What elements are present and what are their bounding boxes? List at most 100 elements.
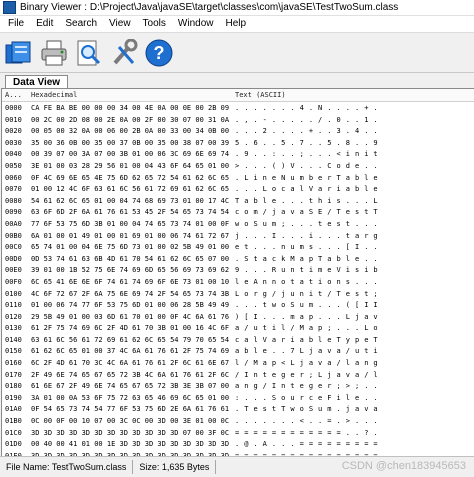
open-button[interactable] [3,37,34,68]
row-hex: 61 6E 67 2F 49 6E 74 65 67 65 72 3B 3E 3… [31,382,230,391]
row-text: c o m / j a v a S E / T e s t T [235,208,379,217]
tools-icon [112,38,137,64]
hex-row[interactable]: 01A0 0F 54 65 73 74 54 77 6F 53 75 6D 2E … [2,404,474,416]
tab-strip: Data View [0,73,474,90]
row-hex: 63 61 6C 56 61 72 69 61 62 6C 65 54 79 7… [31,335,230,344]
help-button[interactable]: ? [143,37,174,68]
row-text: . T e s t T w o S u m . j a v a [235,405,379,414]
row-text: . , . - . . . . . / . 0 . . 1 . [235,115,379,124]
hex-row[interactable]: 0050 3E 01 00 03 28 29 56 01 00 04 43 6F … [2,161,474,173]
hex-row[interactable]: 0120 29 5B 49 01 00 03 6D 61 70 01 00 0F … [2,312,474,324]
hex-view-panel[interactable]: A... Hexadecimal Text (ASCII) 0000 CA FE … [1,88,474,457]
row-address: 0130 [5,324,22,333]
menu-window[interactable]: Window [172,16,220,32]
menu-file[interactable]: File [2,16,30,32]
hex-row[interactable]: 00A0 77 6F 53 75 6D 3B 01 00 04 74 65 73 … [2,219,474,231]
tools-button[interactable] [108,37,139,68]
hex-row[interactable]: 00F0 6C 65 41 6E 6E 6F 74 61 74 69 6F 6E … [2,277,474,289]
hex-row[interactable]: 01D0 00 40 00 41 01 00 1E 3D 3D 3D 3D 3D … [2,439,474,451]
row-hex: 61 2F 75 74 69 6C 2F 4D 61 70 3B 01 00 1… [31,324,230,333]
hex-row[interactable]: 0190 3A 01 00 0A 53 6F 75 72 63 65 46 69 … [2,393,474,405]
menu-help[interactable]: Help [219,16,252,32]
column-header: A... Hexadecimal Text (ASCII) [2,89,474,102]
title-bar: Binary Viewer : D:\Project\Java\javaSE\t… [0,0,474,16]
row-text: e t . . . n u m s . . . [ I . . [235,243,379,252]
hex-rows: 0000 CA FE BA BE 00 00 00 34 00 4E 0A 00 … [2,102,474,456]
hex-row[interactable]: 0010 00 2C 00 2D 08 00 2E 0A 00 2F 00 30 … [2,115,474,127]
row-address: 00E0 [5,266,22,275]
row-address: 01C0 [5,428,22,437]
row-address: 0080 [5,196,22,205]
hex-row[interactable]: 00B0 6A 01 00 01 49 01 00 01 69 01 00 06 … [2,231,474,243]
menu-tools[interactable]: Tools [137,16,172,32]
row-address: 0150 [5,347,22,356]
row-text: a / u t i l / M a p ; . . . L o [235,324,379,333]
hex-row[interactable]: 01B0 0C 00 0F 00 10 07 00 3C 0C 00 3D 00 … [2,416,474,428]
row-text: j . . . I . . . i . . . t a r g [235,231,379,240]
row-address: 00D0 [5,254,22,263]
hex-row[interactable]: 0060 0F 4C 69 6E 65 4E 75 6D 62 65 72 54 … [2,173,474,185]
row-hex: 3E 01 00 03 28 29 56 01 00 04 43 6F 64 6… [31,161,230,170]
row-hex: 63 6F 6D 2F 6A 61 76 61 53 45 2F 54 65 7… [31,208,230,217]
row-address: 00A0 [5,219,22,228]
hex-row[interactable]: 0030 35 00 36 0B 00 35 00 37 0B 00 35 00 … [2,138,474,150]
row-text: c a l V a r i a b l e T y p e T [235,335,379,344]
row-hex: 0C 00 0F 00 10 07 00 3C 0C 00 3D 00 3E 0… [31,417,230,426]
hex-row[interactable]: 0150 61 62 6C 65 01 00 37 4C 6A 61 76 61 … [2,346,474,358]
row-text: . . . . . . . < . . = . > . . . [235,417,379,426]
row-address: 00F0 [5,277,22,286]
hex-row[interactable]: 0090 63 6F 6D 2F 6A 61 76 61 53 45 2F 54 … [2,207,474,219]
row-hex: 0D 53 74 61 63 6B 4D 61 70 54 61 62 6C 6… [31,254,230,263]
row-text: . . . . . . . 4 . N . . . . + . [235,104,379,112]
hex-row[interactable]: 00E0 39 01 00 1B 52 75 6E 74 69 6D 65 56 … [2,265,474,277]
hex-row[interactable]: 0070 01 00 12 4C 6F 63 61 6C 56 61 72 69 … [2,184,474,196]
print-button[interactable] [38,37,69,68]
hex-row[interactable]: 0110 01 00 06 74 77 6F 53 75 6D 01 00 06 … [2,300,474,312]
row-address: 0060 [5,173,22,182]
menu-view[interactable]: View [103,16,137,32]
row-text: 9 . . . R u n t i m e V i s i b [235,266,379,275]
hex-row[interactable]: 0100 4C 6F 72 67 2F 6A 75 6E 69 74 2F 54 … [2,289,474,301]
row-hex: 65 74 01 00 04 6E 75 6D 73 01 00 02 5B 4… [31,243,230,252]
hex-row[interactable]: 01C0 3D 3D 3D 3D 3D 3D 3D 3D 3D 3D 3D 3D … [2,428,474,440]
row-hex: 00 39 07 00 3A 07 00 3B 01 00 06 3C 69 6… [31,150,230,159]
app-icon [3,1,16,14]
hex-row[interactable]: 0160 6C 2F 4D 61 70 3C 4C 6A 61 76 61 2F … [2,358,474,370]
row-address: 0000 [5,104,22,112]
row-hex: 2F 49 6E 74 65 67 65 72 3B 4C 6A 61 76 6… [31,370,230,379]
row-hex: 01 00 12 4C 6F 63 61 6C 56 61 72 69 61 6… [31,185,230,194]
hex-row[interactable]: 0140 63 61 6C 56 61 72 69 61 62 6C 65 54 … [2,335,474,347]
row-text: L o r g / j u n i t / T e s t ; [235,289,379,298]
row-hex: 6A 01 00 01 49 01 00 01 69 01 00 06 74 6… [31,231,230,240]
hex-column-header: Hexadecimal [31,91,78,99]
row-hex: 3D 3D 3D 3D 3D 3D 3D 3D 3D 3D 3D 3D 07 0… [31,428,230,437]
status-size: Size: 1,635 Bytes [133,460,217,474]
menu-edit[interactable]: Edit [30,16,59,32]
open-folder-icon [5,41,30,63]
hex-row[interactable]: 0020 00 05 00 32 0A 00 06 00 2B 0A 00 33 … [2,126,474,138]
row-address: 0030 [5,138,22,147]
row-hex: 39 01 00 1B 52 75 6E 74 69 6D 65 56 69 7… [31,266,230,275]
row-address: 0100 [5,289,22,298]
row-address: 0040 [5,150,22,159]
row-address: 0160 [5,359,22,368]
hex-row[interactable]: 0180 61 6E 67 2F 49 6E 74 65 67 65 72 3B … [2,381,474,393]
hex-row[interactable]: 0000 CA FE BA BE 00 00 00 34 00 4E 0A 00 … [2,103,474,115]
row-hex: 6C 65 41 6E 6E 6F 74 61 74 69 6F 6E 73 0… [31,277,230,286]
hex-row[interactable]: 00C0 65 74 01 00 04 6E 75 6D 73 01 00 02 … [2,242,474,254]
row-text: = = = = = = = = = = = = . . ? . [235,428,379,437]
row-text: . . . 2 . . . . + . . 3 . 4 . . [235,127,379,136]
hex-row[interactable]: 0040 00 39 07 00 3A 07 00 3B 01 00 06 3C … [2,149,474,161]
menu-search[interactable]: Search [59,16,103,32]
window-title: Binary Viewer : D:\Project\Java\javaSE\t… [20,2,399,13]
hex-row[interactable]: 00D0 0D 53 74 61 63 6B 4D 61 70 54 61 62 … [2,254,474,266]
watermark: CSDN @chen183945653 [341,460,466,472]
row-address: 01D0 [5,440,22,449]
find-button[interactable] [73,37,104,68]
row-hex: 00 40 00 41 01 00 1E 3D 3D 3D 3D 3D 3D 3… [31,440,230,449]
hex-row[interactable]: 0130 61 2F 75 74 69 6C 2F 4D 61 70 3B 01 … [2,323,474,335]
row-address: 01B0 [5,417,22,426]
row-hex: 6C 2F 4D 61 70 3C 4C 6A 61 76 61 2F 6C 6… [31,359,230,368]
hex-row[interactable]: 0170 2F 49 6E 74 65 67 65 72 3B 4C 6A 61 … [2,370,474,382]
hex-row[interactable]: 0080 54 61 62 6C 65 01 00 04 74 68 69 73 … [2,196,474,208]
